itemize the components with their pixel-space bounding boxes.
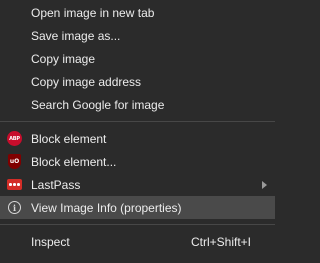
info-icon-glyph: i xyxy=(8,201,21,214)
keyboard-shortcut: Ctrl+Shift+I xyxy=(190,234,251,249)
menu-item-label: Search Google for image xyxy=(31,97,165,112)
menu-item-label: Inspect xyxy=(31,234,70,249)
menu-item-lastpass[interactable]: LastPass xyxy=(0,173,275,196)
info-icon: i xyxy=(7,200,22,215)
menu-item-open-image-new-tab[interactable]: Open image in new tab xyxy=(0,1,275,24)
adblock-plus-icon: ABP xyxy=(7,131,22,146)
adblock-plus-icon-text: ABP xyxy=(7,131,22,146)
menu-item-copy-image[interactable]: Copy image xyxy=(0,47,275,70)
menu-separator xyxy=(0,121,275,122)
menu-item-label: Block element... xyxy=(31,154,117,169)
context-menu: Open image in new tab Save image as... C… xyxy=(0,0,275,263)
menu-item-label: Block element xyxy=(31,131,107,146)
ublock-origin-icon: uO xyxy=(7,154,22,169)
menu-item-search-google-for-image[interactable]: Search Google for image xyxy=(0,93,275,116)
submenu-arrow-icon xyxy=(262,181,267,189)
menu-item-label: Copy image xyxy=(31,51,96,66)
menu-item-view-image-info[interactable]: i View Image Info (properties) xyxy=(0,196,275,219)
menu-item-label: View Image Info (properties) xyxy=(31,200,182,215)
menu-item-abp-block-element[interactable]: ABP Block element xyxy=(0,127,275,150)
menu-item-label: Save image as... xyxy=(31,28,121,43)
menu-separator xyxy=(0,224,275,225)
menu-item-copy-image-address[interactable]: Copy image address xyxy=(0,70,275,93)
menu-item-label: Copy image address xyxy=(31,74,142,89)
menu-item-inspect[interactable]: Inspect Ctrl+Shift+I xyxy=(0,230,275,253)
ublock-origin-icon-text: uO xyxy=(8,154,21,169)
menu-item-label: LastPass xyxy=(31,177,81,192)
lastpass-icon xyxy=(7,177,22,192)
menu-item-ublock-block-element[interactable]: uO Block element... xyxy=(0,150,275,173)
menu-item-label: Open image in new tab xyxy=(31,5,155,20)
menu-item-save-image-as[interactable]: Save image as... xyxy=(0,24,275,47)
lastpass-logo xyxy=(7,179,22,190)
